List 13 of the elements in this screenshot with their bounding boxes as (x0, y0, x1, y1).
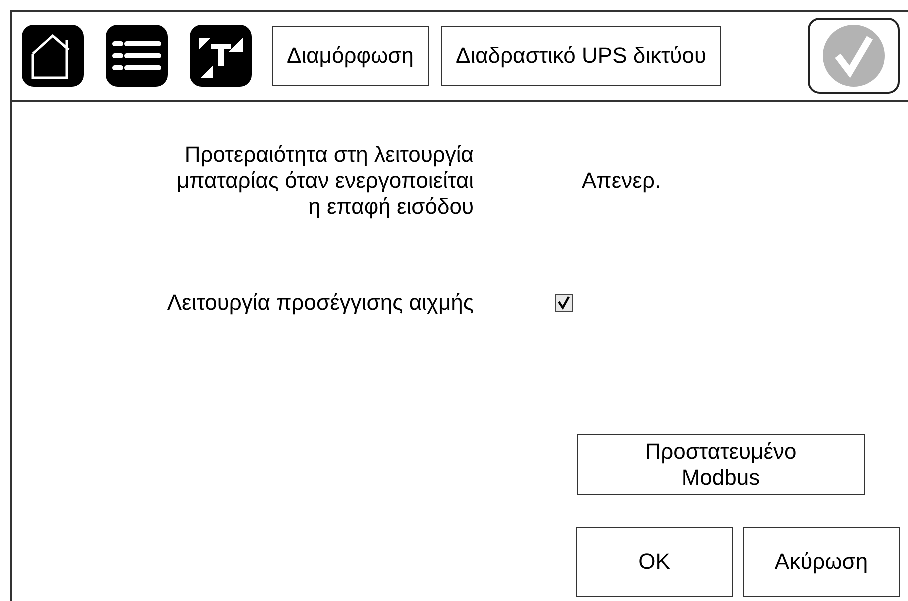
home-icon[interactable] (22, 25, 84, 87)
setting-label: Προτεραιότητα στη λειτουργία μπαταρίας όταν ενεργοποιείται η επαφή εισόδου (176, 142, 474, 220)
dialog-button[interactable]: Ακύρωση (743, 527, 900, 597)
breadcrumb-tab[interactable]: Διαδραστικό UPS δικτύου (440, 26, 722, 86)
tools-icon[interactable] (190, 25, 252, 87)
menu-icon[interactable] (106, 25, 168, 87)
protected-modbus-button[interactable]: Προστατευμένο Modbus (577, 434, 865, 495)
setting-value: Απενερ. (581, 168, 662, 194)
checkbox[interactable] (555, 294, 573, 312)
ok-status-button[interactable] (808, 18, 900, 94)
setting-label: Λειτουργία προσέγγισης αιχμής (166, 290, 474, 316)
dialog-button[interactable]: OK (576, 527, 733, 597)
breadcrumb-tab[interactable]: Διαμόρφωση (272, 26, 429, 86)
